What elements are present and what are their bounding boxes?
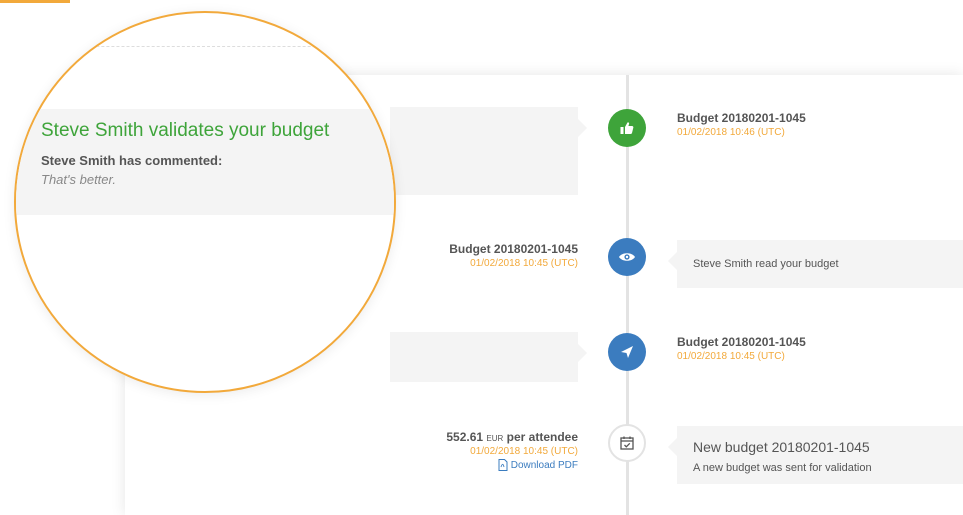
pdf-icon xyxy=(498,459,508,471)
price-value: 552.61 xyxy=(446,430,484,444)
download-pdf-link[interactable]: Download PDF xyxy=(498,459,578,471)
thumbs-up-icon xyxy=(620,122,634,134)
top-accent-bar xyxy=(0,0,70,3)
event-2-message-bubble: Steve Smith read your budget xyxy=(668,240,963,288)
event-4-message-bubble: New budget 20180201-1045 A new budget wa… xyxy=(668,426,963,484)
event-1-comment-bubble xyxy=(390,107,587,195)
event-4-meta: 552.61 EUR per attendee 01/02/2018 10:45… xyxy=(446,430,578,476)
price-currency: EUR xyxy=(486,434,504,443)
event-3-time: 01/02/2018 10:45 (UTC) xyxy=(677,351,785,362)
event-4-time: 01/02/2018 10:45 (UTC) xyxy=(470,446,578,457)
zoom-comment-text: That's better. xyxy=(41,172,116,187)
event-4-node xyxy=(608,424,646,462)
event-2-title: Budget 20180201-1045 xyxy=(449,242,578,256)
zoom-magnifier: Steve Smith validates your budget Steve … xyxy=(14,11,396,393)
event-1-title: Budget 20180201-1045 xyxy=(677,111,806,125)
event-2-time: 01/02/2018 10:45 (UTC) xyxy=(470,258,578,269)
event-3-meta: Budget 20180201-1045 01/02/2018 10:45 (U… xyxy=(677,335,806,362)
event-1-meta: Budget 20180201-1045 01/02/2018 10:46 (U… xyxy=(677,111,806,138)
event-4-price: 552.61 EUR per attendee xyxy=(446,430,578,444)
eye-icon xyxy=(619,253,635,261)
event-2-meta: Budget 20180201-1045 01/02/2018 10:45 (U… xyxy=(449,242,578,269)
event-1-node xyxy=(608,109,646,147)
zoom-dashed-divider xyxy=(46,46,366,47)
event-2-node xyxy=(608,238,646,276)
event-4-message: A new budget was sent for validation xyxy=(693,462,872,474)
price-suffix: per attendee xyxy=(506,430,578,444)
event-1-time: 01/02/2018 10:46 (UTC) xyxy=(677,127,785,138)
zoom-commented-label: Steve Smith has commented: xyxy=(41,153,223,168)
calendar-check-icon xyxy=(620,436,634,450)
event-2-message: Steve Smith read your budget xyxy=(693,258,839,270)
event-3-node xyxy=(608,333,646,371)
zoom-title: Steve Smith validates your budget xyxy=(41,120,330,141)
download-pdf-label: Download PDF xyxy=(510,459,578,471)
event-4-message-title: New budget 20180201-1045 xyxy=(693,439,870,455)
paper-plane-icon xyxy=(621,346,633,358)
event-3-bubble xyxy=(390,332,587,382)
event-3-title: Budget 20180201-1045 xyxy=(677,335,806,349)
